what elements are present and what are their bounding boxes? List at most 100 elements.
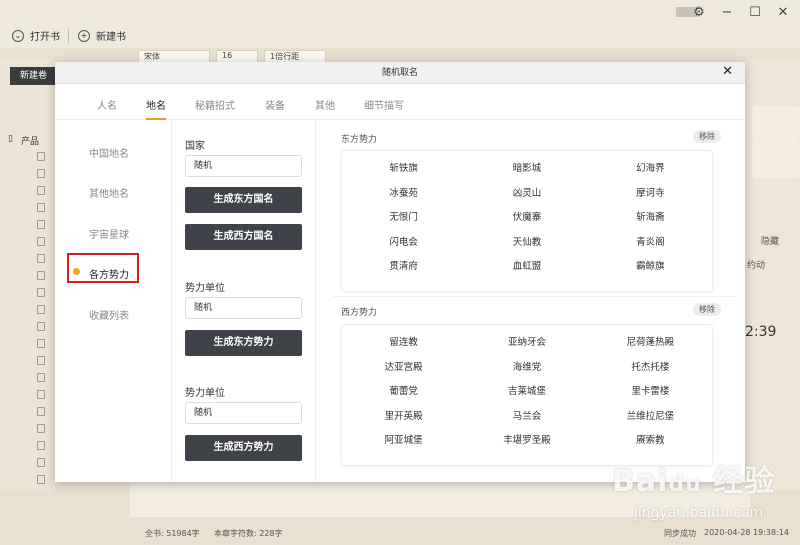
chapter-file-icon[interactable] bbox=[37, 152, 45, 161]
remove-west-button[interactable]: 移除 bbox=[693, 303, 721, 316]
east-names-grid: 斩铁旗 暗影城 幻海界冰蚕苑 凶灵山 摩诃寺无恨门 伏魔寨 斩海斋闪电会 天仙教 青炎阁贯清府血… bbox=[342, 161, 712, 274]
west-faction-name[interactable]: 阿亚城堡 bbox=[342, 433, 465, 448]
annotation-highlight-box bbox=[67, 253, 139, 283]
west-faction-name[interactable]: 尼荷蓬热殿 bbox=[589, 335, 712, 350]
chapter-file-icon[interactable] bbox=[37, 356, 45, 365]
east-faction-name[interactable]: 伏魔寨 bbox=[465, 210, 588, 225]
new-volume-button[interactable]: 新建卷 bbox=[10, 67, 55, 85]
east-faction-name[interactable]: 贯清府 bbox=[342, 259, 465, 274]
east-faction-name[interactable]: 斩海斋 bbox=[589, 210, 712, 225]
east-faction-name[interactable]: 冰蚕苑 bbox=[342, 186, 465, 201]
east-faction-name[interactable]: 幻海界 bbox=[589, 161, 712, 176]
east-faction-name[interactable]: 霸鲸旗 bbox=[589, 259, 712, 274]
chapter-file-icon[interactable] bbox=[37, 458, 45, 467]
west-faction-name[interactable]: 亚纳牙会 bbox=[465, 335, 588, 350]
chapter-file-icon[interactable] bbox=[37, 271, 45, 280]
east-faction-name[interactable]: 凶灵山 bbox=[465, 186, 588, 201]
chapter-file-icon[interactable] bbox=[37, 305, 45, 314]
chapter-file-icon[interactable] bbox=[37, 254, 45, 263]
east-faction-name[interactable]: 斩铁旗 bbox=[342, 161, 465, 176]
chapter-file-icon[interactable] bbox=[37, 169, 45, 178]
dialog-title-bar: 随机取名 ✕ bbox=[55, 62, 745, 84]
status-chapter-chars: 本章字符数: 228字 bbox=[214, 529, 283, 538]
east-faction-name[interactable]: 暗影城 bbox=[465, 161, 588, 176]
west-faction-name[interactable]: 兰维拉尼堡 bbox=[589, 409, 712, 424]
watermark-logo: Baidu 经验 bbox=[612, 464, 776, 499]
tab-person-name[interactable]: 人名 bbox=[97, 97, 117, 112]
hide-label[interactable]: 隐藏 bbox=[761, 234, 779, 247]
chapter-file-icon[interactable] bbox=[37, 441, 45, 450]
category-universe-planets[interactable]: 宇宙星球 bbox=[89, 226, 129, 241]
west-faction-name[interactable]: 马兰会 bbox=[465, 409, 588, 424]
chapter-file-icon[interactable] bbox=[37, 475, 45, 484]
east-faction-name[interactable]: 摩诃寺 bbox=[589, 186, 712, 201]
chapter-file-icon[interactable] bbox=[37, 373, 45, 382]
west-faction-name[interactable]: 托杰托楼 bbox=[589, 360, 712, 375]
chapter-file-icon[interactable] bbox=[37, 339, 45, 348]
chapter-file-icon[interactable] bbox=[37, 220, 45, 229]
window-controls: ⚙ − ☐ ✕ bbox=[692, 5, 790, 20]
chapter-file-icon[interactable] bbox=[37, 203, 45, 212]
generate-west-faction-button[interactable]: 生成西方势力 bbox=[185, 435, 302, 461]
toolbar-divider bbox=[68, 29, 69, 43]
tab-martial-arts[interactable]: 秘籍招式 bbox=[195, 97, 235, 112]
west-faction-name[interactable]: 吉莱城堡 bbox=[465, 384, 588, 399]
east-faction-name[interactable]: 天仙教 bbox=[465, 235, 588, 250]
category-favorites[interactable]: 收藏列表 bbox=[89, 307, 129, 322]
generate-east-faction-button[interactable]: 生成东方势力 bbox=[185, 330, 302, 356]
pencil-icon[interactable] bbox=[752, 106, 800, 142]
west-faction-name[interactable]: 赓索教 bbox=[589, 433, 712, 448]
west-faction-name[interactable]: 里开英殿 bbox=[342, 409, 465, 424]
chapter-file-icon[interactable] bbox=[37, 288, 45, 297]
faction-unit-label: 势力单位 bbox=[185, 283, 225, 294]
right-time: 2:39 bbox=[745, 324, 777, 340]
generate-east-country-button[interactable]: 生成东方国名 bbox=[185, 187, 302, 213]
app-top-bar: ⚙ − ☐ ✕ ⌄ 打开书 + 新建书 bbox=[0, 0, 800, 48]
country-input[interactable]: 随机 bbox=[185, 155, 302, 177]
right-text: 约动 bbox=[747, 261, 766, 271]
west-faction-name[interactable]: 达亚宫殿 bbox=[342, 360, 465, 375]
tab-detail-description[interactable]: 细节描写 bbox=[364, 97, 404, 112]
plus-icon: + bbox=[78, 29, 90, 42]
minimize-icon[interactable]: − bbox=[720, 5, 734, 20]
east-faction-name[interactable]: 血虹盟 bbox=[465, 259, 588, 274]
chapter-file-icon[interactable] bbox=[37, 424, 45, 433]
category-china-places[interactable]: 中国地名 bbox=[89, 145, 129, 160]
west-faction-name[interactable]: 海维党 bbox=[465, 360, 588, 375]
chapter-file-icon[interactable] bbox=[37, 407, 45, 416]
chapter-file-icon[interactable] bbox=[37, 186, 45, 195]
generate-west-country-button[interactable]: 生成西方国名 bbox=[185, 224, 302, 250]
east-faction-input[interactable]: 随机 bbox=[185, 297, 302, 319]
west-faction-name[interactable]: 里卡雷楼 bbox=[589, 384, 712, 399]
tree-root-label: 产品 bbox=[20, 137, 39, 147]
remove-east-button[interactable]: 移除 bbox=[693, 130, 721, 143]
east-faction-name[interactable]: 青炎阁 bbox=[589, 235, 712, 250]
west-factions-title: 西方势力 bbox=[341, 308, 378, 318]
chapter-file-icon[interactable] bbox=[37, 322, 45, 331]
tab-other[interactable]: 其他 bbox=[315, 97, 335, 112]
west-faction-name[interactable]: 留连教 bbox=[342, 335, 465, 350]
chapter-file-icon[interactable] bbox=[37, 390, 45, 399]
west-faction-input[interactable]: 随机 bbox=[185, 402, 302, 424]
chapter-file-icon[interactable] bbox=[37, 237, 45, 246]
west-faction-name[interactable]: 葡蕾党 bbox=[342, 384, 465, 399]
category-list: 中国地名 其他地名 宇宙星球 各方势力 收藏列表 bbox=[55, 120, 172, 482]
tab-equipment[interactable]: 装备 bbox=[265, 97, 285, 112]
category-other-places[interactable]: 其他地名 bbox=[89, 185, 129, 200]
tab-place-name[interactable]: 地名 bbox=[146, 97, 166, 112]
new-book-button[interactable]: + 新建书 bbox=[78, 28, 126, 43]
close-window-icon[interactable]: ✕ bbox=[776, 5, 790, 20]
west-faction-name[interactable]: 丰堪罗圣殿 bbox=[465, 433, 588, 448]
tree-root[interactable]: ▯ 产品 bbox=[8, 134, 39, 147]
east-faction-name[interactable]: 无恨门 bbox=[342, 210, 465, 225]
east-faction-name[interactable]: 闪电会 bbox=[342, 235, 465, 250]
east-names-box: 斩铁旗 暗影城 幻海界冰蚕苑 凶灵山 摩诃寺无恨门 伏魔寨 斩海斋闪电会 天仙教 青炎阁贯清府血… bbox=[341, 150, 713, 292]
chapter-sidebar bbox=[0, 60, 55, 490]
maximize-icon[interactable]: ☐ bbox=[748, 5, 762, 20]
sync-status: 同步成功 bbox=[664, 529, 696, 538]
clock-icon[interactable] bbox=[752, 142, 800, 178]
section-divider bbox=[333, 296, 735, 297]
close-icon[interactable]: ✕ bbox=[722, 65, 733, 79]
open-book-button[interactable]: ⌄ 打开书 bbox=[12, 28, 60, 43]
settings-icon[interactable]: ⚙ bbox=[692, 5, 706, 20]
